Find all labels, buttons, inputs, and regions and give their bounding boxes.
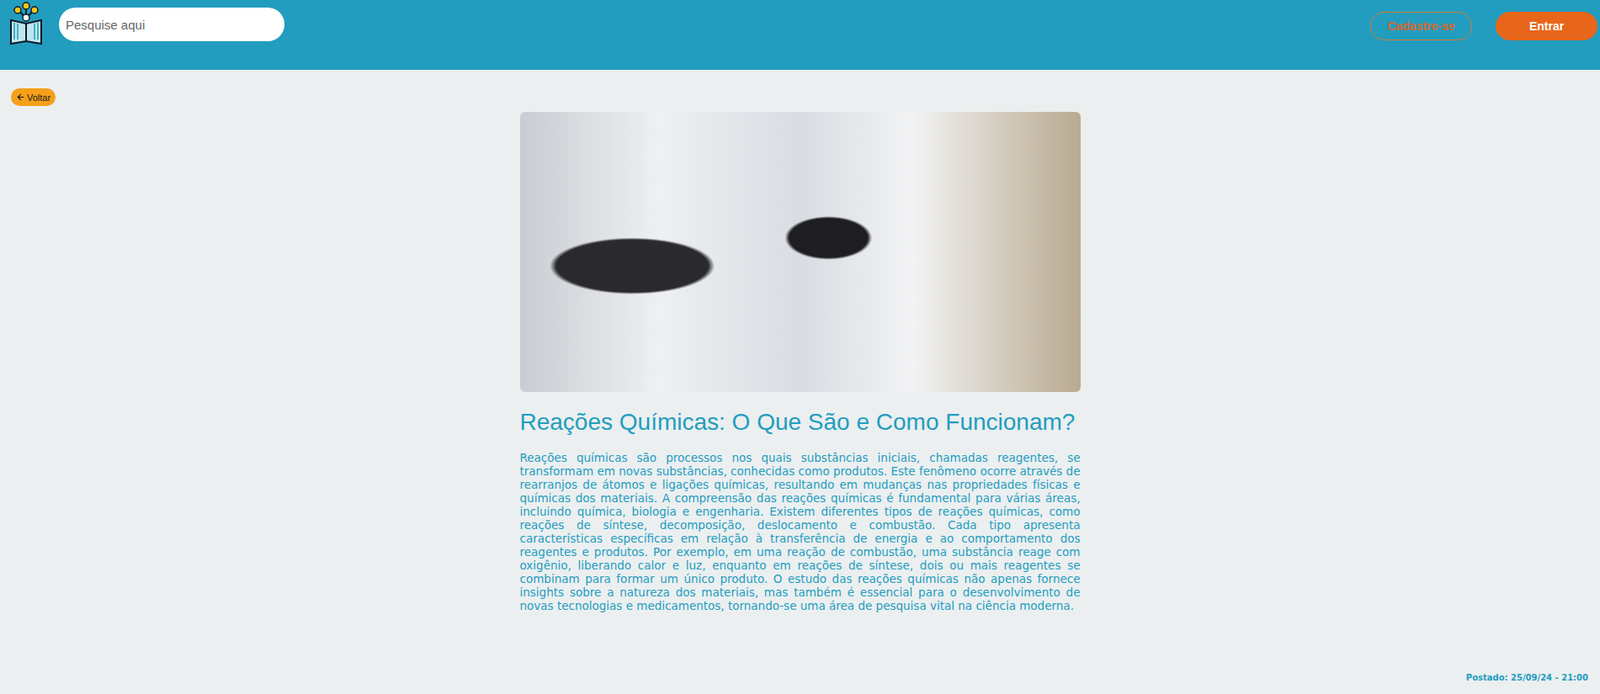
article-title: Reações Químicas: O Que São e Como Funci… [520,409,1081,436]
article: Reações Químicas: O Que São e Como Funci… [520,111,1081,613]
page: Cadastre-se Entrar Voltar Reações Químicas:… [0,0,1600,694]
back-button[interactable]: Voltar [10,88,56,107]
main: Voltar Reações Químicas: O Que São e Como… [0,69,1600,664]
header: Cadastre-se Entrar [0,0,1600,70]
signup-button[interactable]: Cadastre-se [1370,11,1473,41]
search-input[interactable] [58,7,285,42]
posted-date: Postado: 25/09/24 - 21:00 [1466,673,1589,683]
arrow-left-icon [15,92,26,102]
book-logo-icon[interactable] [8,1,44,46]
article-body: Reações químicas são processos nos quais… [520,451,1081,613]
login-button[interactable]: Entrar [1495,11,1598,41]
article-photo [520,111,1081,393]
footer: Postado: 25/09/24 - 21:00 [0,663,1600,694]
